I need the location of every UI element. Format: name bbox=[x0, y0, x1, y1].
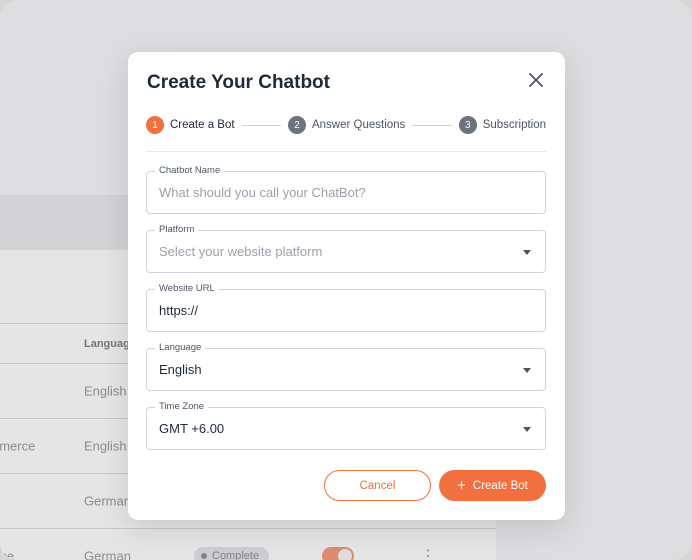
step-answer-questions[interactable]: 2 Answer Questions bbox=[287, 116, 406, 134]
plus-icon: + bbox=[457, 477, 466, 494]
website-url-input[interactable] bbox=[159, 290, 509, 331]
stepper: 1 Create a Bot 2 Answer Questions 3 Subs… bbox=[146, 115, 546, 135]
step-label: Answer Questions bbox=[311, 119, 406, 131]
create-bot-button[interactable]: + Create Bot bbox=[439, 470, 546, 501]
step-number: 1 bbox=[146, 116, 164, 134]
platform-select[interactable]: Platform Select your website platform bbox=[146, 224, 546, 273]
stepper-divider bbox=[146, 151, 546, 152]
website-url-field[interactable]: Website URL bbox=[146, 283, 546, 332]
chevron-down-icon bbox=[523, 249, 531, 255]
step-connector bbox=[241, 124, 281, 126]
chevron-down-icon bbox=[523, 367, 531, 373]
time-zone-select[interactable]: Time Zone GMT +6.00 bbox=[146, 401, 546, 450]
cancel-button[interactable]: Cancel bbox=[324, 470, 431, 501]
time-zone-value: GMT +6.00 bbox=[159, 421, 225, 436]
step-label: Create a Bot bbox=[170, 119, 235, 131]
chatbot-name-input[interactable] bbox=[159, 172, 509, 213]
step-number: 2 bbox=[287, 116, 306, 134]
step-create-a-bot[interactable]: 1 Create a Bot bbox=[146, 116, 235, 134]
dialog-title: Create Your Chatbot bbox=[147, 72, 330, 93]
chevron-down-icon bbox=[523, 426, 531, 432]
step-connector bbox=[412, 124, 452, 126]
close-button[interactable] bbox=[524, 68, 548, 92]
create-chatbot-dialog: Create Your Chatbot 1 Create a Bot 2 Ans… bbox=[128, 52, 565, 520]
language-select[interactable]: Language English bbox=[146, 342, 546, 391]
create-bot-label: Create Bot bbox=[472, 479, 528, 492]
language-value: English bbox=[159, 362, 202, 377]
step-label: Subscription bbox=[482, 119, 547, 131]
chatbot-name-field[interactable]: Chatbot Name bbox=[146, 165, 546, 214]
step-number: 3 bbox=[458, 116, 477, 134]
platform-placeholder: Select your website platform bbox=[159, 244, 323, 259]
close-icon bbox=[529, 73, 543, 87]
step-subscription[interactable]: 3 Subscription bbox=[458, 116, 547, 134]
